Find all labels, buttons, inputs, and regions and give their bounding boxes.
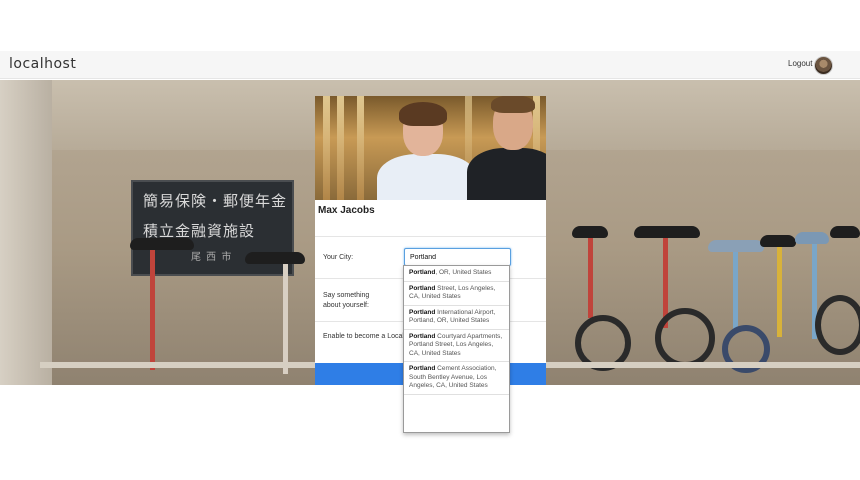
autocomplete-option[interactable]: Portland International Airport, Portland… xyxy=(404,306,509,330)
about-label-line-1: Say something xyxy=(323,292,370,299)
person-right xyxy=(467,96,546,200)
lamp-post xyxy=(357,96,364,200)
unicycle-seat xyxy=(572,226,608,238)
autocomplete-option[interactable]: Portland Cement Association, South Bentl… xyxy=(404,362,509,395)
city-autocomplete-dropdown: Portland, OR, United States Portland Str… xyxy=(403,265,510,433)
unicycle-frame xyxy=(777,247,782,337)
unicycle-seat xyxy=(245,252,305,264)
avatar[interactable] xyxy=(814,56,833,75)
autocomplete-option[interactable]: Portland, OR, United States xyxy=(404,266,509,282)
unicycle-seat xyxy=(760,235,796,247)
unicycle-seat xyxy=(795,232,829,244)
city-input[interactable] xyxy=(404,248,511,266)
unicycle-frame xyxy=(283,264,288,374)
autocomplete-option[interactable]: Portland Street, Los Angeles, CA, United… xyxy=(404,282,509,306)
city-label: Your City: xyxy=(323,254,354,261)
page: localhost Logout 簡易保険・郵便年金 積立金融資施設 尾 西 市 xyxy=(0,0,860,480)
unicycle-seat xyxy=(708,240,764,252)
unicycle-frame xyxy=(150,250,155,370)
autocomplete-option[interactable]: Portland Courtyard Apartments, Portland … xyxy=(404,330,509,362)
top-navbar: localhost Logout xyxy=(0,51,860,79)
unicycle-wheel xyxy=(815,295,860,355)
divider xyxy=(315,236,546,237)
pillar xyxy=(0,80,52,385)
sign-line-3: 尾 西 市 xyxy=(191,252,233,263)
unicycle-seat xyxy=(130,238,194,250)
become-local-label: Enable to become a Local xyxy=(323,333,404,340)
unicycle-seat xyxy=(634,226,700,238)
unicycle-wheel xyxy=(655,308,715,368)
unicycle-frame xyxy=(733,252,738,332)
logout-link[interactable]: Logout xyxy=(788,59,812,68)
brand-logo[interactable]: localhost xyxy=(9,56,76,72)
profile-photo xyxy=(315,96,546,200)
unicycle-seat xyxy=(830,226,860,238)
about-label-line-2: about yourself: xyxy=(323,302,369,309)
lamp-post xyxy=(323,96,330,200)
profile-name: Max Jacobs xyxy=(318,205,375,216)
person-left xyxy=(375,102,477,200)
unicycle-frame xyxy=(588,238,593,318)
lamp-post xyxy=(337,96,344,200)
sign-line-1: 簡易保険・郵便年金 xyxy=(143,192,288,210)
